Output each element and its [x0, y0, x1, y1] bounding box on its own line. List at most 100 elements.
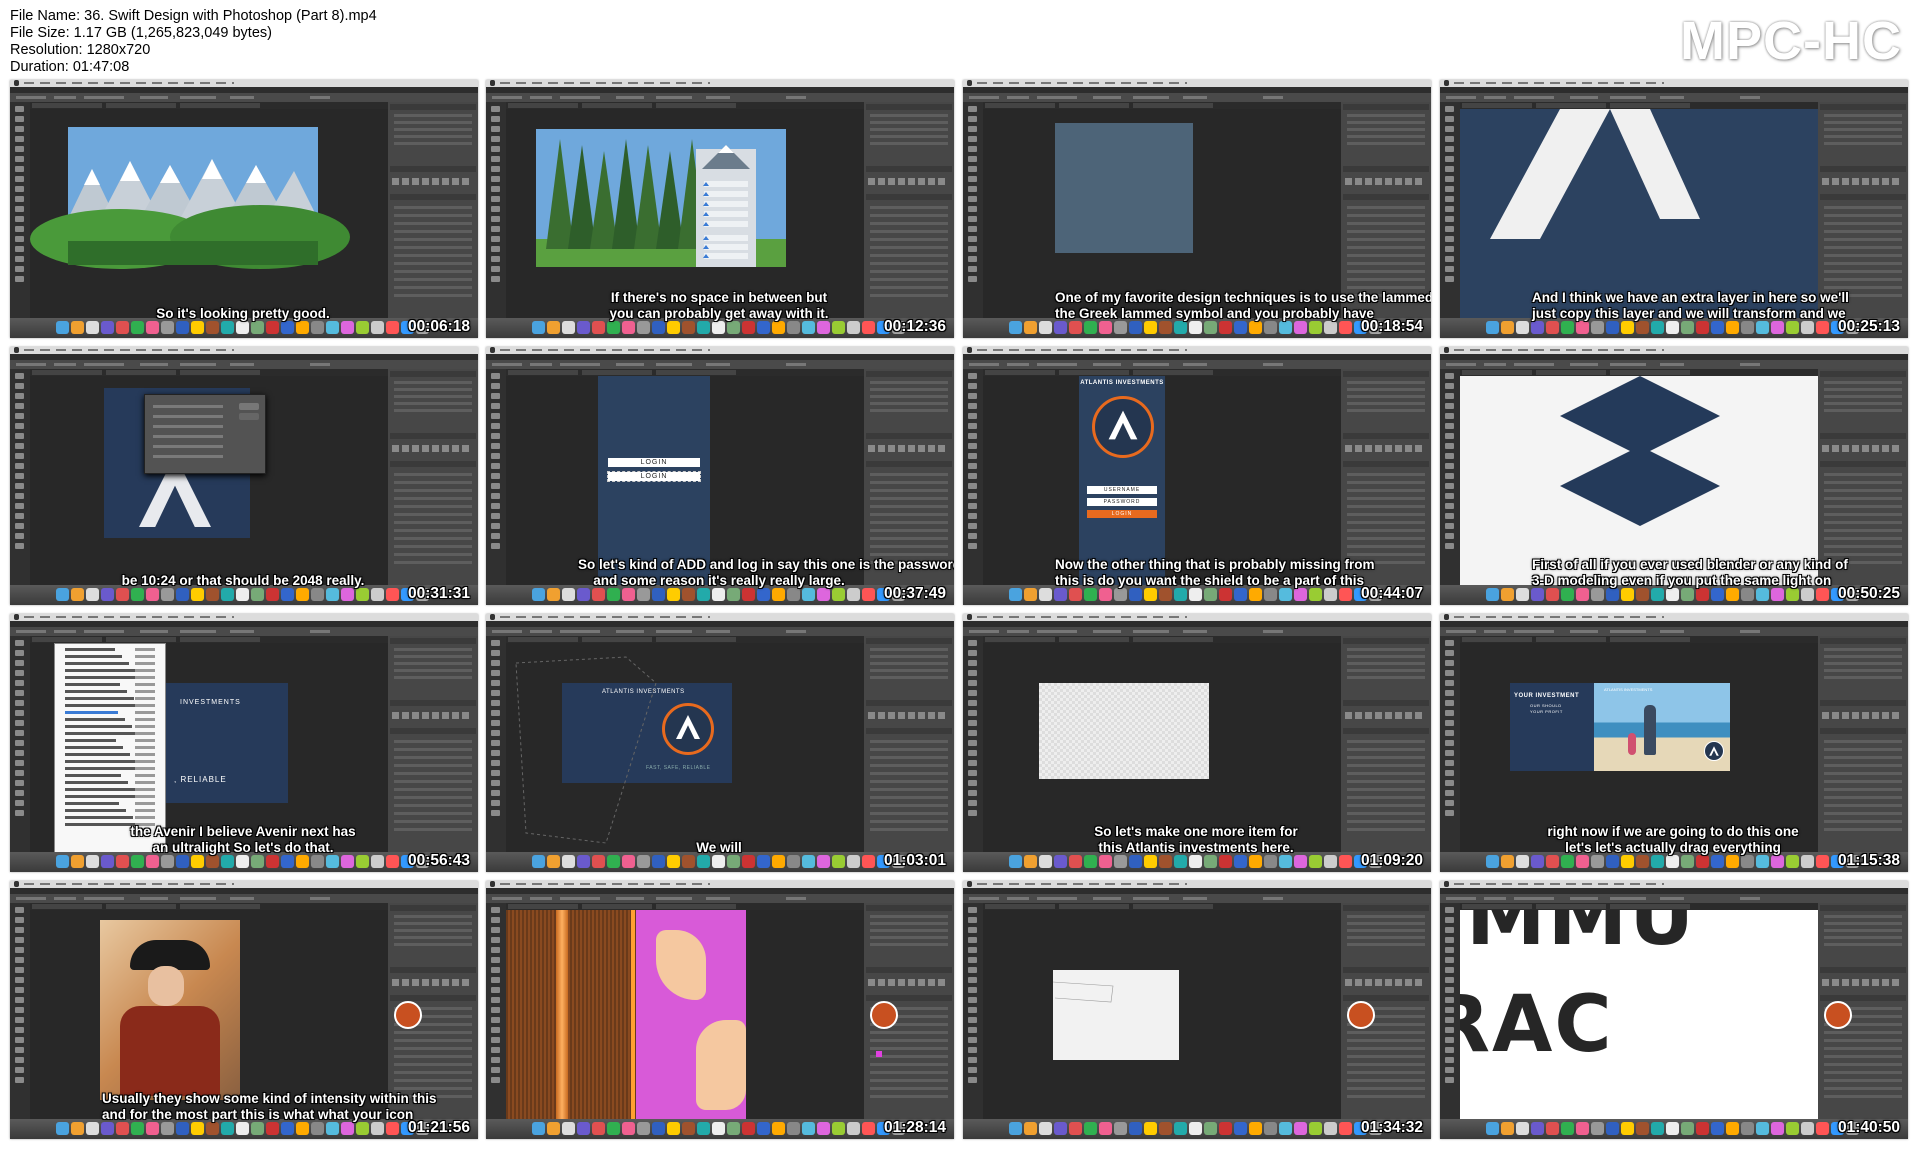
tool-icon[interactable]	[15, 720, 24, 726]
dock-app-icon[interactable]	[116, 1122, 129, 1135]
layer-row[interactable]	[1824, 764, 1902, 767]
dock-app-icon[interactable]	[1636, 855, 1649, 868]
dock-app-icon[interactable]	[772, 1122, 785, 1135]
dock-app-icon[interactable]	[1516, 855, 1529, 868]
tool-icon[interactable]	[1445, 1007, 1454, 1013]
font-option[interactable]	[65, 655, 122, 658]
tool-icon[interactable]	[1445, 1047, 1454, 1053]
layer-row[interactable]	[394, 804, 472, 807]
dock-app-icon[interactable]	[1606, 588, 1619, 601]
layer-row[interactable]	[394, 505, 472, 508]
tool-icon[interactable]	[1445, 1017, 1454, 1023]
dock-app-icon[interactable]	[1114, 855, 1127, 868]
tool-icon[interactable]	[968, 106, 977, 112]
tool-icon[interactable]	[15, 947, 24, 953]
tool-icon[interactable]	[491, 136, 500, 142]
layer-row[interactable]	[1347, 489, 1425, 492]
dock-app-icon[interactable]	[266, 321, 279, 334]
layer-row[interactable]	[1824, 780, 1902, 783]
dock-app-icon[interactable]	[1561, 1122, 1574, 1135]
layer-row[interactable]	[394, 497, 472, 500]
layer-row[interactable]	[1347, 820, 1425, 823]
tool-icon[interactable]	[968, 640, 977, 646]
tool-icon[interactable]	[1445, 700, 1454, 706]
dock-app-icon[interactable]	[71, 1122, 84, 1135]
dock-app-icon[interactable]	[116, 855, 129, 868]
dock-app-icon[interactable]	[341, 321, 354, 334]
dock-app-icon[interactable]	[1339, 588, 1352, 601]
tool-icon[interactable]	[1445, 136, 1454, 142]
tool-icon[interactable]	[15, 740, 24, 746]
layer-row[interactable]	[1824, 788, 1902, 791]
dock-app-icon[interactable]	[1024, 855, 1037, 868]
dock-app-icon[interactable]	[1264, 1122, 1277, 1135]
photoshop-canvas[interactable]	[30, 376, 388, 585]
tool-icon[interactable]	[15, 543, 24, 549]
tool-icon[interactable]	[968, 770, 977, 776]
layer-row[interactable]	[1824, 286, 1902, 289]
dock-app-icon[interactable]	[341, 1122, 354, 1135]
tool-icon[interactable]	[491, 760, 500, 766]
dock-app-icon[interactable]	[326, 1122, 339, 1135]
layer-row[interactable]	[1347, 246, 1425, 249]
tool-icon[interactable]	[1445, 226, 1454, 232]
dock-app-icon[interactable]	[562, 855, 575, 868]
dock-app-icon[interactable]	[1726, 855, 1739, 868]
tool-icon[interactable]	[491, 750, 500, 756]
tool-icon[interactable]	[15, 513, 24, 519]
dock-app-icon[interactable]	[1189, 588, 1202, 601]
tool-icon[interactable]	[15, 750, 24, 756]
dock-app-icon[interactable]	[251, 588, 264, 601]
dock-app-icon[interactable]	[577, 321, 590, 334]
dock-app-icon[interactable]	[862, 855, 875, 868]
dock-app-icon[interactable]	[1324, 321, 1337, 334]
tool-icon[interactable]	[15, 770, 24, 776]
dock-app-icon[interactable]	[296, 1122, 309, 1135]
layer-row[interactable]	[870, 740, 948, 743]
layer-row[interactable]	[1824, 1079, 1902, 1082]
dock-app-icon[interactable]	[757, 1122, 770, 1135]
layer-row[interactable]	[870, 206, 948, 209]
document-tabs[interactable]	[983, 636, 1341, 643]
layer-row[interactable]	[1824, 1031, 1902, 1034]
tool-icon[interactable]	[968, 266, 977, 272]
tool-icon[interactable]	[968, 156, 977, 162]
dock-app-icon[interactable]	[1234, 321, 1247, 334]
layer-row[interactable]	[394, 820, 472, 823]
dock-app-icon[interactable]	[1696, 1122, 1709, 1135]
dock-app-icon[interactable]	[667, 588, 680, 601]
dock-app-icon[interactable]	[532, 321, 545, 334]
tool-icon[interactable]	[968, 997, 977, 1003]
dock-app-icon[interactable]	[1039, 588, 1052, 601]
video-thumbnail[interactable]: YOUR INVESTMENT OUR SHOULD YOUR PROFIT ATLA…	[1440, 614, 1908, 872]
tool-icon[interactable]	[1445, 156, 1454, 162]
dock-app-icon[interactable]	[1264, 321, 1277, 334]
tool-icon[interactable]	[968, 977, 977, 983]
dock-app-icon[interactable]	[266, 588, 279, 601]
dock-app-icon[interactable]	[1249, 855, 1262, 868]
dock-app-icon[interactable]	[532, 588, 545, 601]
tool-icon[interactable]	[15, 483, 24, 489]
layer-row[interactable]	[394, 561, 472, 564]
layer-row[interactable]	[1347, 497, 1425, 500]
dock-app-icon[interactable]	[607, 588, 620, 601]
font-option[interactable]	[65, 704, 141, 707]
tool-icon[interactable]	[15, 443, 24, 449]
layer-row[interactable]	[870, 756, 948, 759]
dock-app-icon[interactable]	[1756, 321, 1769, 334]
layer-row[interactable]	[1347, 1063, 1425, 1066]
dock-app-icon[interactable]	[1054, 321, 1067, 334]
dock-app-icon[interactable]	[206, 588, 219, 601]
layer-row[interactable]	[394, 230, 472, 233]
dock-app-icon[interactable]	[742, 855, 755, 868]
dock-app-icon[interactable]	[236, 1122, 249, 1135]
tool-icon[interactable]	[491, 166, 500, 172]
tool-icon[interactable]	[15, 997, 24, 1003]
right-panels[interactable]	[864, 102, 954, 318]
layer-row[interactable]	[1824, 537, 1902, 540]
video-thumbnail[interactable]: So let's make one more item for this Atla…	[963, 614, 1431, 872]
dock-app-icon[interactable]	[1039, 321, 1052, 334]
dock-app-icon[interactable]	[1279, 855, 1292, 868]
layer-row[interactable]	[1347, 537, 1425, 540]
tool-icon[interactable]	[15, 710, 24, 716]
